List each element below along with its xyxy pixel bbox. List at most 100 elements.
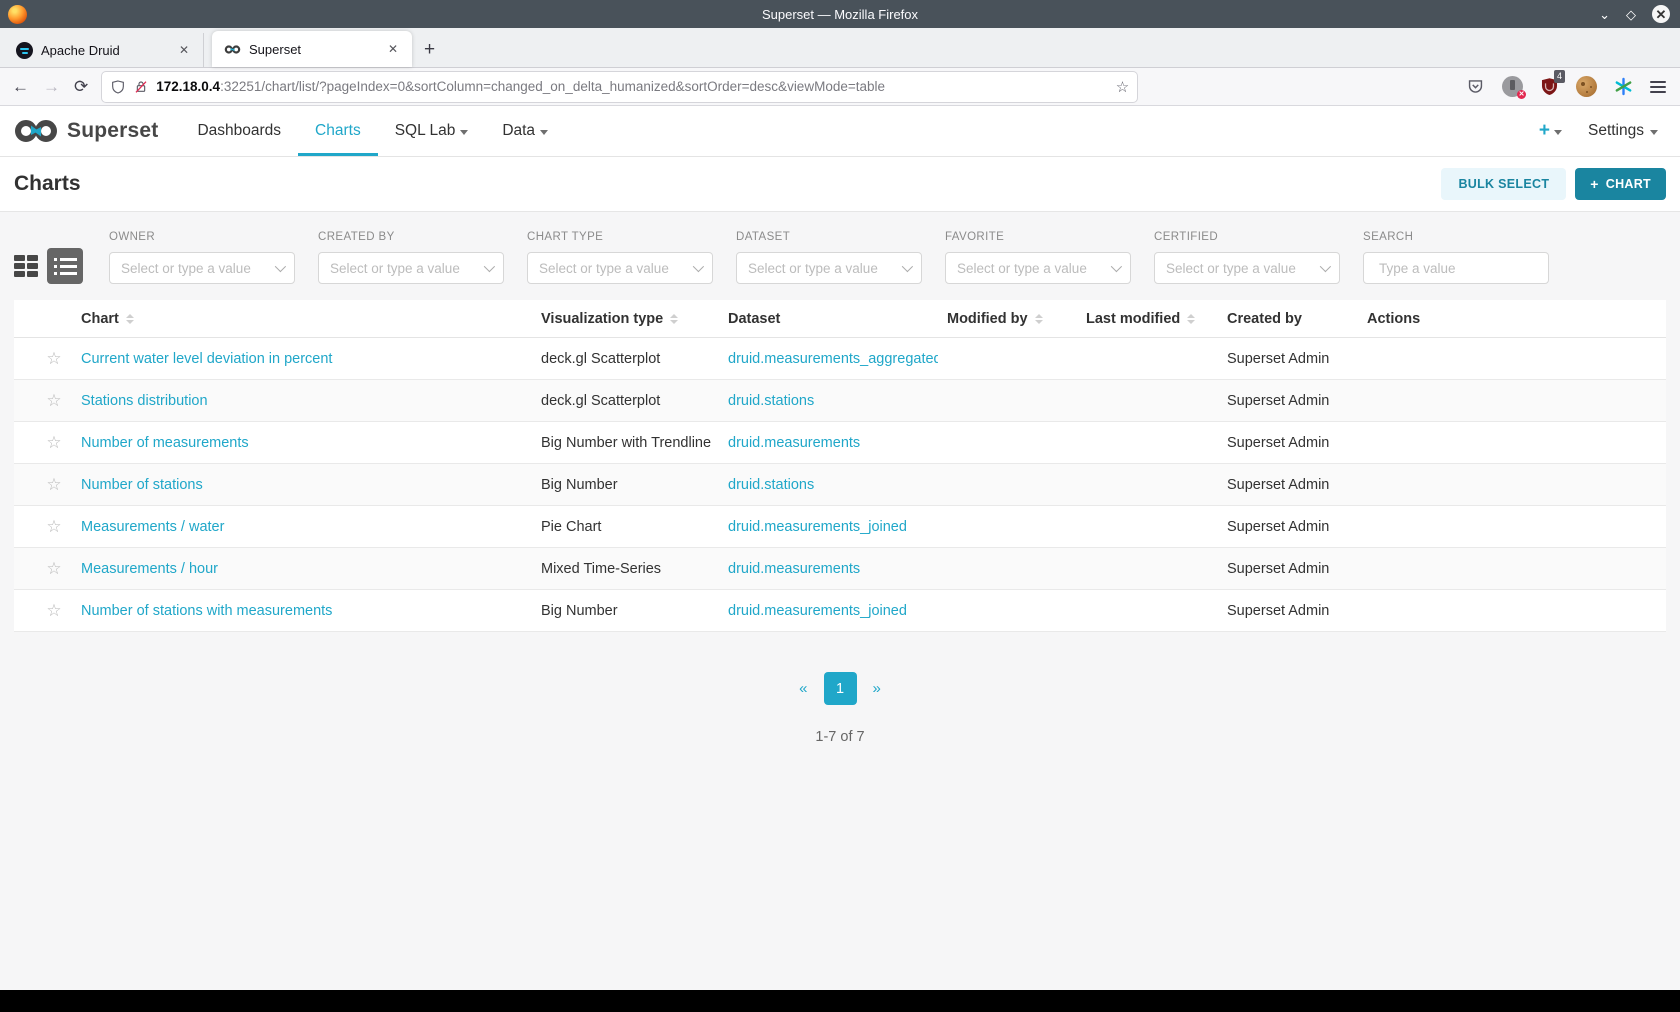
settings-menu[interactable]: Settings <box>1588 122 1658 140</box>
nav-item-sql-lab[interactable]: SQL Lab <box>378 106 486 156</box>
filter-created-by: CREATED BY Select or type a value <box>318 231 504 284</box>
created-by-cell: Superset Admin <box>1227 434 1330 451</box>
close-tab-icon[interactable]: ✕ <box>384 40 402 58</box>
add-chart-button[interactable]: + CHART <box>1575 168 1666 200</box>
created-by-cell: Superset Admin <box>1227 350 1330 367</box>
close-window-icon[interactable]: ✕ <box>1652 5 1670 23</box>
filter-certified: CERTIFIED Select or type a value <box>1154 231 1340 284</box>
viz-type-cell: deck.gl Scatterplot <box>541 350 661 367</box>
column-header-modified-by[interactable]: Modified by <box>938 311 1077 327</box>
bookmark-star-icon[interactable]: ☆ <box>1116 78 1129 96</box>
filter-label: FAVORITE <box>945 231 1005 243</box>
filter-label: CHART TYPE <box>527 231 604 243</box>
next-page-button[interactable]: » <box>865 676 889 701</box>
menu-icon[interactable] <box>1650 80 1666 93</box>
extension-account-icon[interactable]: ✕ <box>1502 76 1526 99</box>
chart-type-select[interactable]: Select or type a value <box>527 252 713 284</box>
filter-label: CREATED BY <box>318 231 395 243</box>
page-header: Charts BULK SELECT + CHART <box>0 157 1680 212</box>
prev-page-button[interactable]: « <box>791 676 815 701</box>
select-placeholder: Select or type a value <box>1166 260 1296 276</box>
new-item-menu[interactable]: + <box>1539 120 1562 142</box>
url-text[interactable]: 172.18.0.4:32251/chart/list/?pageIndex=0… <box>156 79 1109 94</box>
bulk-select-button[interactable]: BULK SELECT <box>1441 168 1567 200</box>
filter-label: CERTIFIED <box>1154 231 1219 243</box>
column-label: Actions <box>1367 310 1421 327</box>
back-icon[interactable]: ← <box>12 77 29 97</box>
favorite-star-icon[interactable]: ☆ <box>46 433 61 452</box>
column-header-last-modified[interactable]: Last modified <box>1077 311 1218 327</box>
close-tab-icon[interactable]: ✕ <box>175 41 193 59</box>
url-bar[interactable]: 172.18.0.4:32251/chart/list/?pageIndex=0… <box>102 71 1138 102</box>
dataset-link[interactable]: druid.measurements <box>728 435 860 451</box>
created-by-select[interactable]: Select or type a value <box>318 252 504 284</box>
superset-infinity-icon <box>15 120 57 142</box>
sort-icon <box>670 313 679 324</box>
dataset-link[interactable]: druid.measurements_joined <box>728 603 907 619</box>
column-header-visualization-type[interactable]: Visualization type <box>532 311 719 327</box>
favorite-star-icon[interactable]: ☆ <box>46 391 61 410</box>
viz-type-cell: Mixed Time-Series <box>541 560 662 577</box>
favorite-star-icon[interactable]: ☆ <box>46 601 61 620</box>
tab-superset[interactable]: Superset ✕ <box>212 31 412 67</box>
chart-link[interactable]: Current water level deviation in percent <box>81 351 332 367</box>
maximize-icon[interactable]: ◇ <box>1626 8 1636 21</box>
viz-type-cell: deck.gl Scatterplot <box>541 392 661 409</box>
tab-apache-druid[interactable]: Apache Druid ✕ <box>4 33 204 67</box>
favorite-star-icon[interactable]: ☆ <box>46 349 61 368</box>
brand-name: Superset <box>67 119 159 142</box>
favorite-star-icon[interactable]: ☆ <box>46 559 61 578</box>
chart-link[interactable]: Stations distribution <box>81 393 208 409</box>
minimize-icon[interactable]: ⌄ <box>1599 8 1610 21</box>
dataset-link[interactable]: druid.measurements_joined <box>728 519 907 535</box>
list-view-icon[interactable] <box>47 248 83 284</box>
reload-icon[interactable]: ⟳ <box>74 77 88 97</box>
shield-icon[interactable] <box>110 79 126 95</box>
cookie-icon[interactable] <box>1576 76 1597 97</box>
dataset-link[interactable]: druid.measurements <box>728 561 860 577</box>
nav-item-charts[interactable]: Charts <box>298 106 378 156</box>
dataset-select[interactable]: Select or type a value <box>736 252 922 284</box>
favorite-star-icon[interactable]: ☆ <box>46 517 61 536</box>
url-host: 172.18.0.4 <box>156 79 221 94</box>
druid-icon <box>16 41 33 59</box>
ublock-icon[interactable]: 4 <box>1540 70 1565 96</box>
search-input[interactable] <box>1379 260 1556 276</box>
superset-logo[interactable]: Superset <box>13 118 158 144</box>
select-placeholder: Select or type a value <box>121 260 251 276</box>
certified-select[interactable]: Select or type a value <box>1154 252 1340 284</box>
filter-label: SEARCH <box>1363 231 1414 243</box>
nav-label: Charts <box>315 122 361 139</box>
favorite-select[interactable]: Select or type a value <box>945 252 1131 284</box>
column-header-dataset: Dataset <box>719 311 938 327</box>
filter-bar: OWNER Select or type a value CREATED BY … <box>0 212 1680 300</box>
chart-link[interactable]: Number of stations <box>81 477 203 493</box>
nav-item-dashboards[interactable]: Dashboards <box>180 106 298 156</box>
chevron-down-icon <box>901 260 914 273</box>
browser-toolbar: ← → ⟳ 172.18.0.4:32251/chart/list/?pageI… <box>0 68 1680 106</box>
filter-chart-type: CHART TYPE Select or type a value <box>527 231 713 284</box>
dataset-link[interactable]: druid.measurements_aggregated <box>728 351 938 367</box>
insecure-lock-icon[interactable] <box>133 79 149 95</box>
chart-link[interactable]: Measurements / water <box>81 519 224 535</box>
chart-link[interactable]: Measurements / hour <box>81 561 218 577</box>
chevron-down-icon <box>692 260 705 273</box>
tab-bar: Apache Druid ✕ Superset ✕ + <box>0 28 1680 68</box>
card-view-icon[interactable] <box>14 255 38 277</box>
chart-link[interactable]: Number of stations with measurements <box>81 603 332 619</box>
current-page-button[interactable]: 1 <box>823 672 857 705</box>
pocket-icon[interactable] <box>1466 77 1485 96</box>
caret-down-icon <box>540 129 549 135</box>
owner-select[interactable]: Select or type a value <box>109 252 295 284</box>
favorite-star-icon[interactable]: ☆ <box>46 475 61 494</box>
pagination: « 1 » <box>0 672 1680 705</box>
dataset-link[interactable]: druid.stations <box>728 393 814 409</box>
dataset-link[interactable]: druid.stations <box>728 477 814 493</box>
viz-type-cell: Big Number with Trendline <box>541 434 712 451</box>
tab-label: Apache Druid <box>41 42 120 58</box>
nav-item-data[interactable]: Data <box>485 106 565 156</box>
extension-asterisk-icon[interactable] <box>1614 77 1633 96</box>
chart-link[interactable]: Number of measurements <box>81 435 249 451</box>
new-tab-button[interactable]: + <box>412 39 447 61</box>
column-header-chart[interactable]: Chart <box>72 311 532 327</box>
